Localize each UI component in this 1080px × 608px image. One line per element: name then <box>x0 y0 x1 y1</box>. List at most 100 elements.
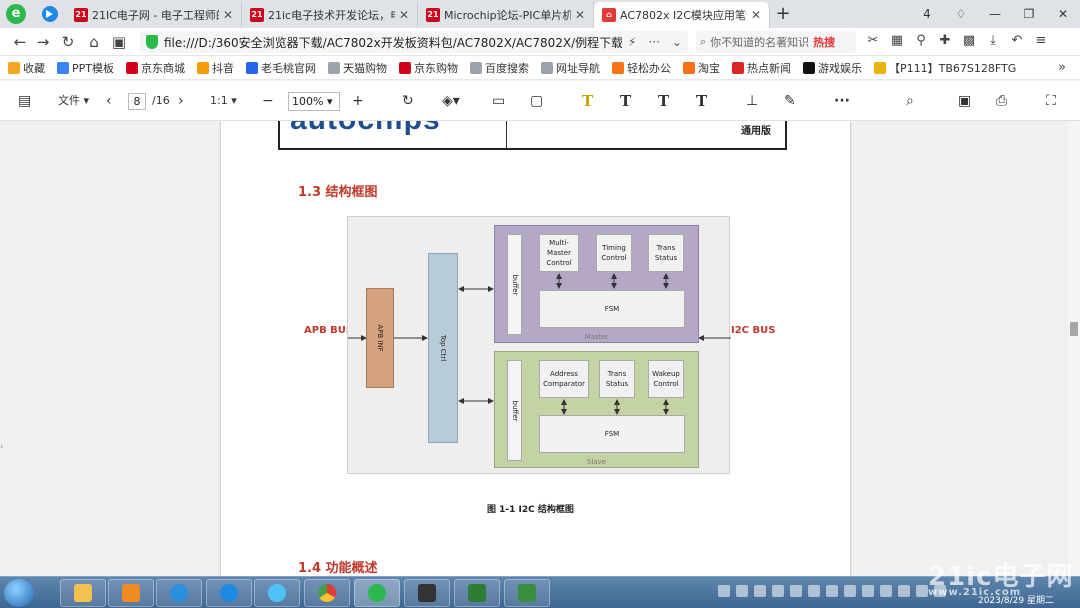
tab-21ic-home[interactable]: 21 21IC电子网 - 电子工程师的优 ✕ <box>66 2 242 28</box>
taskbar-ie[interactable] <box>156 579 202 607</box>
side-panel-handle[interactable]: › <box>0 442 3 451</box>
close-tab-icon[interactable]: ✕ <box>751 8 761 22</box>
puzzle-icon[interactable]: ✚ <box>938 32 952 50</box>
menu-icon[interactable]: ≡ <box>1034 32 1048 50</box>
bookmark-item[interactable]: 百度搜索 <box>470 60 529 76</box>
tray-icon[interactable] <box>844 585 856 597</box>
bookmark-item[interactable]: 京东商城 <box>126 60 185 76</box>
fullscreen-icon[interactable]: ⛶ <box>1046 91 1056 111</box>
text-underline-icon[interactable]: T <box>620 91 631 111</box>
extension-icon[interactable]: ▦ <box>890 32 904 50</box>
hot-search-label[interactable]: 热搜 <box>813 34 835 50</box>
bookmark-item[interactable]: 抖音 <box>197 60 234 76</box>
tab-21ic-forum[interactable]: 21 21ic电子技术开发论坛，电子工 ✕ <box>242 2 418 28</box>
magnifier-icon[interactable]: ⚲ <box>914 32 928 50</box>
tray-icon[interactable] <box>718 585 730 597</box>
bookmark-item[interactable]: 老毛桃官网 <box>246 60 316 76</box>
tab-microchip-forum[interactable]: 21 Microchip论坛-PIC单片机论坛 ✕ <box>418 2 594 28</box>
text-box-icon[interactable]: T <box>696 91 707 111</box>
more-dots-icon[interactable]: ··· <box>648 35 665 49</box>
bookmark-item[interactable]: 天猫购物 <box>328 60 387 76</box>
restore-button[interactable]: ❐ <box>1012 0 1046 28</box>
tab-count-badge[interactable]: 4 <box>910 0 944 28</box>
previous-page-icon[interactable]: ‹ <box>106 91 112 111</box>
tray-icon[interactable] <box>736 585 748 597</box>
zoom-in-icon[interactable]: + <box>352 91 364 111</box>
taskbar-explorer[interactable] <box>60 579 106 607</box>
lightning-icon[interactable]: ⚡ <box>628 35 642 49</box>
taskbar-app-3[interactable] <box>504 579 550 607</box>
grid-icon[interactable]: ▩ <box>962 32 976 50</box>
bookmark-item[interactable]: 京东购物 <box>399 60 458 76</box>
taskbar-360-browser[interactable] <box>354 579 400 607</box>
zoom-out-icon[interactable]: − <box>262 91 274 111</box>
close-tab-icon[interactable]: ✕ <box>223 8 233 22</box>
page-number-input[interactable]: 8 <box>128 93 146 110</box>
close-tab-icon[interactable]: ✕ <box>399 8 409 22</box>
reload-icon[interactable]: ↻ <box>58 32 78 52</box>
rotate-icon[interactable]: ↻ <box>402 91 414 111</box>
sidebar-toggle-icon[interactable]: ▤ <box>18 91 31 111</box>
pdf-viewer[interactable]: autochips 通用版 1.3 结构框图 APB BUS I2C BUS <box>0 121 1080 576</box>
tray-icon[interactable] <box>862 585 874 597</box>
more-options-icon[interactable]: ··· <box>834 91 850 111</box>
taskbar-app-1[interactable] <box>404 579 450 607</box>
minimize-button[interactable]: — <box>978 0 1012 28</box>
bookmark-item[interactable]: 轻松办公 <box>612 60 671 76</box>
bookmark-item[interactable]: 【P111】TB67S128FTG <box>874 60 1016 76</box>
taskbar-cloud[interactable] <box>254 579 300 607</box>
tray-icon[interactable] <box>826 585 838 597</box>
file-menu-button[interactable]: 文件 ▾ <box>58 91 89 111</box>
fit-mode-button[interactable]: 1:1 ▾ <box>210 91 237 111</box>
search-box[interactable]: ⌕ 你不知道的名著知识 热搜 <box>696 31 856 53</box>
close-tab-icon[interactable]: ✕ <box>575 8 585 22</box>
stamp-icon[interactable]: ⊥ <box>746 91 758 111</box>
download-icon[interactable]: ⤓ <box>986 32 1000 50</box>
briefcase-icon[interactable]: ▣ <box>109 32 129 52</box>
chevron-down-icon[interactable]: ⌄ <box>672 35 688 49</box>
url-text[interactable]: file:///D:/360安全浏览器下载/AC7802x开发板资料包/AC78… <box>164 34 622 51</box>
tray-icon[interactable] <box>916 585 928 597</box>
forward-icon[interactable]: → <box>33 32 53 52</box>
search-document-icon[interactable]: ⌕ <box>906 91 914 111</box>
notes-icon[interactable]: ▭ <box>492 91 505 111</box>
close-window-button[interactable]: ✕ <box>1046 0 1080 28</box>
tray-icon[interactable] <box>754 585 766 597</box>
taskbar-media-player[interactable] <box>108 579 154 607</box>
taskbar-chrome[interactable] <box>304 579 350 607</box>
scrollbar-thumb[interactable] <box>1070 322 1078 336</box>
save-icon[interactable]: ▣ <box>958 91 971 111</box>
taskbar-edge[interactable] <box>206 579 252 607</box>
home-icon[interactable]: ⌂ <box>84 32 104 52</box>
new-tab-button[interactable]: + <box>770 2 796 28</box>
search-input[interactable]: 你不知道的名著知识 <box>710 34 809 50</box>
text-strikethrough-icon[interactable]: T <box>658 91 669 111</box>
undo-icon[interactable]: ↶ <box>1010 32 1024 50</box>
tray-icon[interactable] <box>790 585 802 597</box>
scissors-icon[interactable]: ✂ <box>866 32 880 50</box>
tray-icon[interactable] <box>880 585 892 597</box>
browser-logo-icon[interactable]: e <box>6 4 26 24</box>
bookmark-item[interactable]: 收藏 <box>8 60 45 76</box>
url-field[interactable]: file:///D:/360安全浏览器下载/AC7802x开发板资料包/AC78… <box>140 31 688 53</box>
tab-pdf-active[interactable]: ⌂ AC7802x I2C模块应用笔记.pdf ✕ <box>594 2 770 28</box>
bookmark-item[interactable]: 淘宝 <box>683 60 720 76</box>
next-page-icon[interactable]: › <box>178 91 184 111</box>
pinned-tab-icon[interactable] <box>42 6 58 22</box>
start-button[interactable] <box>4 579 34 607</box>
signature-icon[interactable]: ✎ <box>784 91 796 111</box>
bookmark-item[interactable]: 热点新闻 <box>732 60 791 76</box>
bookmarks-more-icon[interactable]: » <box>1058 60 1066 75</box>
shirt-icon[interactable]: ♢ <box>944 0 978 28</box>
text-highlight-icon[interactable]: T <box>582 91 593 111</box>
zoom-select[interactable]: 100% ▾ <box>288 92 340 111</box>
comment-icon[interactable]: ▢ <box>530 91 543 111</box>
bookmark-item[interactable]: 游戏娱乐 <box>803 60 862 76</box>
bookmark-item[interactable]: 网址导航 <box>541 60 600 76</box>
print-icon[interactable]: ⎙ <box>996 91 1007 111</box>
tray-icon[interactable] <box>772 585 784 597</box>
vertical-scrollbar[interactable] <box>1068 121 1080 576</box>
taskbar-app-2[interactable] <box>454 579 500 607</box>
highlight-fill-icon[interactable]: ◈▾ <box>442 91 460 111</box>
tray-icon[interactable] <box>898 585 910 597</box>
